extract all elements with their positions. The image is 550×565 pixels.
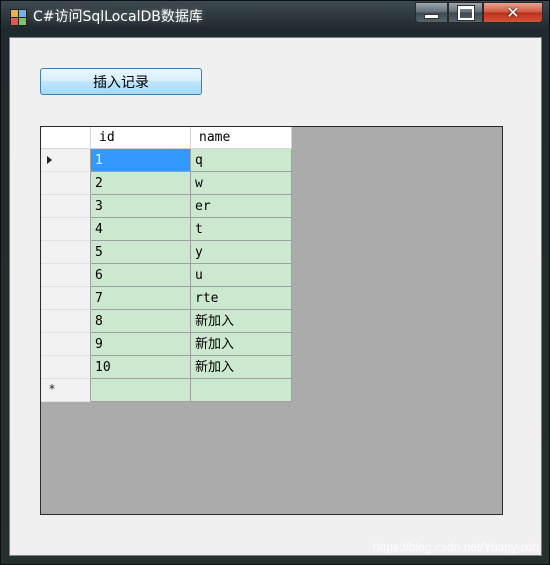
table-row[interactable]: 9 新加入 <box>41 333 292 356</box>
data-grid[interactable]: id name 1 q 2 w 3 er 4 t 5 y 6 u 7 rte 8… <box>40 126 503 515</box>
cell-id[interactable]: 1 <box>91 149 191 172</box>
app-window: C#访问SqlLocalDB数据库 ✕ 插入记录 id name 1 q 2 w <box>0 0 550 565</box>
cell-name[interactable]: rte <box>191 287 292 310</box>
cell-name[interactable]: 新加入 <box>191 310 292 333</box>
minimize-icon <box>424 13 439 19</box>
row-header[interactable] <box>41 195 91 218</box>
table-row[interactable]: 5 y <box>41 241 292 264</box>
app-icon <box>10 9 27 26</box>
cell-name[interactable]: w <box>191 172 292 195</box>
column-header-id[interactable]: id <box>91 127 191 149</box>
table-row[interactable]: 7 rte <box>41 287 292 310</box>
row-header[interactable] <box>41 287 91 310</box>
cell-id[interactable]: 3 <box>91 195 191 218</box>
cell-name[interactable]: u <box>191 264 292 287</box>
cell-name[interactable]: q <box>191 149 292 172</box>
table-row[interactable]: 4 t <box>41 218 292 241</box>
insert-record-button[interactable]: 插入记录 <box>40 68 202 95</box>
cell-id[interactable]: 2 <box>91 172 191 195</box>
close-button[interactable]: ✕ <box>483 2 543 23</box>
row-header[interactable] <box>41 333 91 356</box>
table-row[interactable]: 6 u <box>41 264 292 287</box>
table-row[interactable]: 2 w <box>41 172 292 195</box>
close-icon: ✕ <box>506 3 520 22</box>
row-header[interactable] <box>41 149 91 172</box>
cell-name[interactable]: t <box>191 218 292 241</box>
cell-name[interactable]: 新加入 <box>191 333 292 356</box>
maximize-button[interactable] <box>448 2 483 23</box>
maximize-icon <box>456 4 475 21</box>
cell-id[interactable]: 6 <box>91 264 191 287</box>
minimize-button[interactable] <box>415 2 448 23</box>
new-row-marker-icon: * <box>49 382 55 396</box>
row-header[interactable] <box>41 172 91 195</box>
cell-name[interactable]: er <box>191 195 292 218</box>
cell-name[interactable] <box>191 379 292 402</box>
cell-id[interactable]: 5 <box>91 241 191 264</box>
new-row[interactable]: * <box>41 379 292 402</box>
table-row[interactable]: 1 q <box>41 149 292 172</box>
cell-id[interactable]: 8 <box>91 310 191 333</box>
window-title: C#访问SqlLocalDB数据库 <box>33 9 203 25</box>
cell-id[interactable]: 9 <box>91 333 191 356</box>
row-header[interactable]: * <box>41 379 91 402</box>
cell-id[interactable]: 4 <box>91 218 191 241</box>
table-row[interactable]: 3 er <box>41 195 292 218</box>
table-row[interactable]: 8 新加入 <box>41 310 292 333</box>
row-header[interactable] <box>41 241 91 264</box>
cell-name[interactable]: 新加入 <box>191 356 292 379</box>
cell-name[interactable]: y <box>191 241 292 264</box>
watermark: https://blog.csdn.net/Yuanyuxin <box>372 540 539 554</box>
form-client-area: 插入记录 id name 1 q 2 w 3 er 4 t 5 y 6 u 7 … <box>9 37 542 556</box>
cell-id[interactable] <box>91 379 191 402</box>
cell-id[interactable]: 7 <box>91 287 191 310</box>
table-row[interactable]: 10 新加入 <box>41 356 292 379</box>
title-bar[interactable]: C#访问SqlLocalDB数据库 ✕ <box>1 1 549 33</box>
row-header[interactable] <box>41 356 91 379</box>
row-header[interactable] <box>41 218 91 241</box>
grid-corner-header[interactable] <box>41 127 91 149</box>
cell-id[interactable]: 10 <box>91 356 191 379</box>
current-row-arrow-icon <box>47 156 52 164</box>
row-header[interactable] <box>41 310 91 333</box>
row-header[interactable] <box>41 264 91 287</box>
column-header-name[interactable]: name <box>191 127 292 149</box>
